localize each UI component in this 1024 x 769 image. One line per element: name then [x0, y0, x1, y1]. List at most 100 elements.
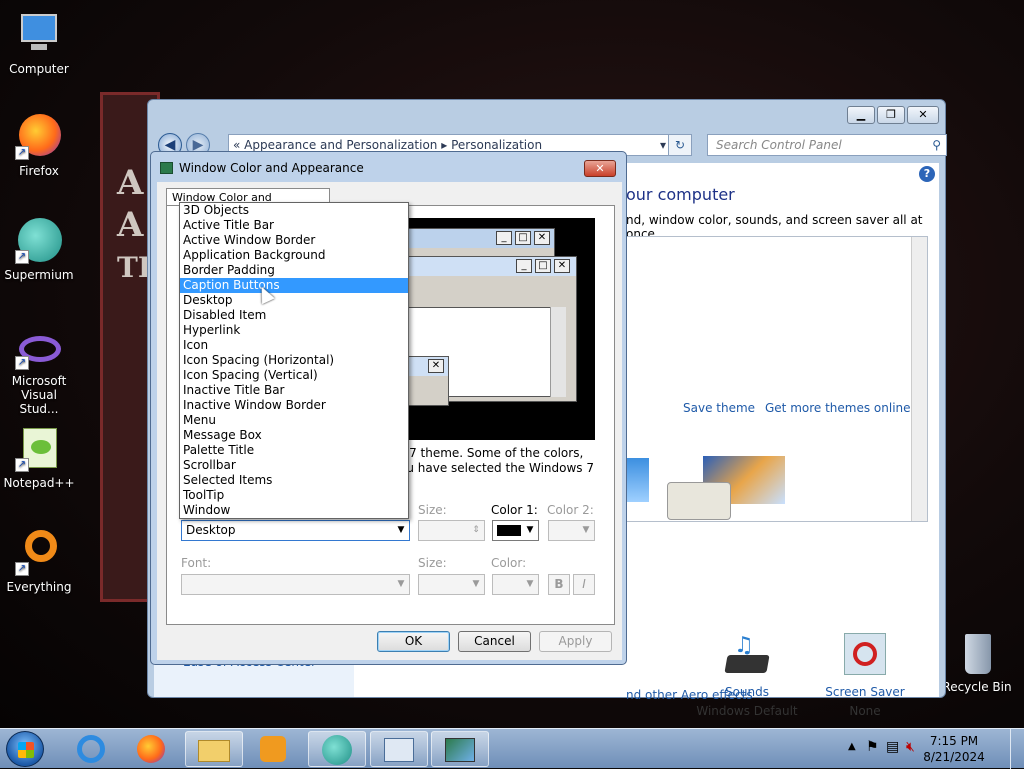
- taskbar-explorer[interactable]: [185, 731, 243, 767]
- taskbar-media-player[interactable]: [244, 731, 302, 767]
- chevron-down-icon: ▼: [582, 525, 590, 535]
- dropdown-option[interactable]: Palette Title: [180, 443, 408, 458]
- dropdown-option[interactable]: Desktop: [180, 293, 408, 308]
- bold-button[interactable]: B: [548, 574, 570, 595]
- taskbar-internet-explorer[interactable]: [62, 731, 120, 767]
- refresh-icon[interactable]: ↻: [668, 134, 692, 156]
- show-hidden-icons-icon[interactable]: ▲: [848, 741, 856, 752]
- dropdown-option[interactable]: 3D Objects: [180, 203, 408, 218]
- screen-saver-item[interactable]: Screen Saver None: [810, 633, 920, 718]
- theme-list[interactable]: Save theme Get more themes online: [626, 236, 928, 522]
- taskbar-control-panel[interactable]: [370, 731, 428, 767]
- chevron-down-icon: ▼: [397, 525, 405, 535]
- close-button[interactable]: ✕: [907, 106, 939, 124]
- dropdown-option[interactable]: Icon Spacing (Vertical): [180, 368, 408, 383]
- font-label: Font:: [181, 556, 212, 570]
- clock[interactable]: 7:15 PM 8/21/2024: [920, 733, 988, 765]
- recycle-bin-icon: [953, 632, 1001, 676]
- supermium-icon: [322, 735, 352, 765]
- dropdown-option[interactable]: Active Title Bar: [180, 218, 408, 233]
- item-dropdown-list[interactable]: 3D Objects Active Title Bar Active Window …: [179, 202, 409, 519]
- ok-button[interactable]: OK: [377, 631, 450, 652]
- item-size-spinner[interactable]: ⇕: [418, 520, 485, 541]
- save-theme-link[interactable]: Save theme: [683, 401, 755, 415]
- preview-area: _ □ ✕ _ □ ✕ ✕: [386, 218, 595, 440]
- dropdown-option[interactable]: Inactive Window Border: [180, 398, 408, 413]
- dropdown-option[interactable]: Icon Spacing (Horizontal): [180, 353, 408, 368]
- sounds-item[interactable]: ♫ Sounds Windows Default: [692, 633, 802, 718]
- dropdown-option[interactable]: Border Padding: [180, 263, 408, 278]
- breadcrumb-appearance[interactable]: Appearance and Personalization: [244, 138, 437, 152]
- minimize-button[interactable]: ▁: [847, 106, 875, 124]
- color1-label: Color 1:: [491, 503, 538, 517]
- desktop-icon-everything[interactable]: ↗ Everything: [0, 528, 78, 594]
- dropdown-option[interactable]: Disabled Item: [180, 308, 408, 323]
- color1-picker[interactable]: ▼: [492, 520, 539, 541]
- desktop-icon-computer[interactable]: Computer: [0, 10, 78, 76]
- media-player-icon: [260, 736, 286, 762]
- volume-muted-icon[interactable]: 🔇︎: [906, 739, 915, 755]
- chevron-down-icon: ▼: [397, 579, 405, 589]
- desktop-icon-supermium[interactable]: ↗ Supermium: [0, 216, 78, 282]
- chevron-down-icon[interactable]: ▾: [660, 135, 666, 155]
- notepadpp-icon: ↗: [15, 424, 63, 472]
- desktop-icon-notepadpp[interactable]: ↗ Notepad++: [0, 424, 78, 490]
- font-color-label: Color:: [491, 556, 527, 570]
- dropdown-option[interactable]: Message Box: [180, 428, 408, 443]
- item-select[interactable]: Desktop ▼: [181, 520, 410, 541]
- show-desktop-button[interactable]: [1010, 729, 1024, 769]
- shortcut-arrow-icon: ↗: [15, 250, 29, 264]
- dropdown-option[interactable]: Hyperlink: [180, 323, 408, 338]
- desktop-icon-recycle-bin[interactable]: Recycle Bin: [938, 632, 1016, 694]
- firefox-icon: ↗: [15, 112, 63, 160]
- description-text: s 7 theme. Some of the colors, ou have s…: [399, 446, 595, 475]
- theme-scrollbar[interactable]: [911, 237, 927, 521]
- color1-swatch: [497, 525, 521, 536]
- control-panel-icon: [384, 738, 414, 762]
- taskbar-firefox[interactable]: [122, 731, 180, 767]
- desktop-icon-visual-studio[interactable]: ↗ Microsoft Visual Stud...: [0, 330, 78, 416]
- dropdown-option[interactable]: Icon: [180, 338, 408, 353]
- visual-studio-icon: ↗: [15, 330, 63, 370]
- maximize-button[interactable]: ❐: [877, 106, 905, 124]
- dropdown-option[interactable]: Menu: [180, 413, 408, 428]
- shortcut-arrow-icon: ↗: [15, 562, 29, 576]
- dropdown-option[interactable]: Caption Buttons: [180, 278, 408, 293]
- network-icon[interactable]: ▤: [886, 739, 899, 755]
- font-color-picker[interactable]: ▼: [492, 574, 539, 595]
- font-select[interactable]: ▼: [181, 574, 410, 595]
- action-center-flag-icon[interactable]: ⚑: [866, 739, 879, 755]
- aero-effects-link[interactable]: nd other Aero effects: [626, 688, 753, 702]
- font-size-select[interactable]: ▼: [418, 574, 485, 595]
- windows-logo-icon: [18, 742, 34, 758]
- theme-thumbnails[interactable]: [627, 452, 787, 522]
- dropdown-option[interactable]: ToolTip: [180, 488, 408, 503]
- dropdown-option[interactable]: Selected Items: [180, 473, 408, 488]
- start-button[interactable]: [6, 731, 44, 767]
- dropdown-option[interactable]: Scrollbar: [180, 458, 408, 473]
- search-icon[interactable]: ⚲: [932, 135, 941, 155]
- breadcrumb-personalization[interactable]: Personalization: [451, 138, 542, 152]
- italic-button[interactable]: I: [573, 574, 595, 595]
- cancel-button[interactable]: Cancel: [458, 631, 531, 652]
- shortcut-arrow-icon: ↗: [15, 356, 29, 370]
- search-input[interactable]: Search Control Panel ⚲: [707, 134, 947, 156]
- dropdown-option[interactable]: Inactive Title Bar: [180, 383, 408, 398]
- dropdown-option[interactable]: Active Window Border: [180, 233, 408, 248]
- firefox-icon: [137, 735, 165, 763]
- screen-saver-icon: [844, 633, 886, 675]
- dropdown-option[interactable]: Application Background: [180, 248, 408, 263]
- font-size-label: Size:: [418, 556, 447, 570]
- help-icon[interactable]: ?: [919, 166, 935, 182]
- taskbar-window-color[interactable]: [431, 731, 489, 767]
- get-more-themes-link[interactable]: Get more themes online: [765, 401, 911, 415]
- dialog-close-button[interactable]: ✕: [584, 160, 616, 177]
- color2-picker[interactable]: ▼: [548, 520, 595, 541]
- chevron-down-icon: ▼: [526, 579, 534, 589]
- taskbar-supermium[interactable]: [308, 731, 366, 767]
- computer-icon: [15, 10, 63, 58]
- apply-button[interactable]: Apply: [539, 631, 612, 652]
- chevron-down-icon: ▼: [526, 525, 534, 535]
- desktop-icon-firefox[interactable]: ↗ Firefox: [0, 112, 78, 178]
- dropdown-option[interactable]: Window: [180, 503, 408, 518]
